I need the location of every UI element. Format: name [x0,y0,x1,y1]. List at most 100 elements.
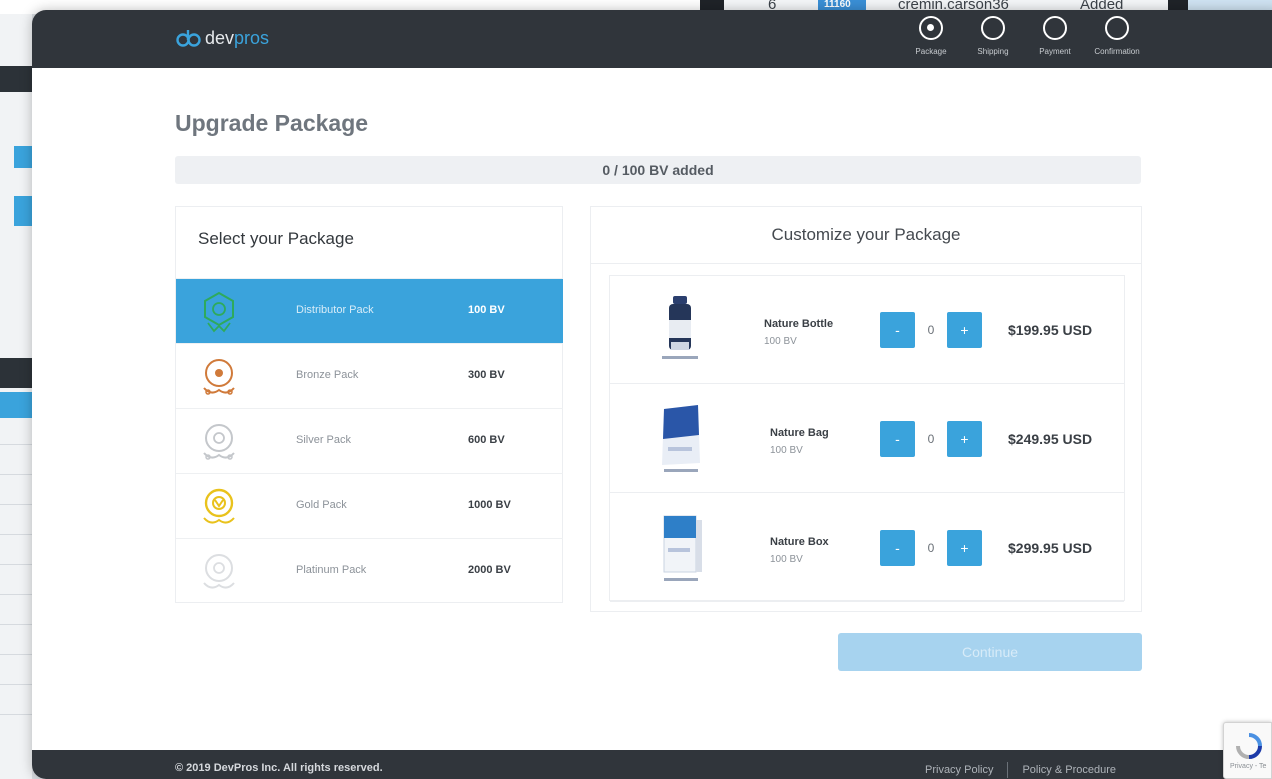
background-row [0,684,32,685]
product-price: $199.95 USD [1008,322,1093,338]
background-row [0,504,32,505]
background-row [0,594,32,595]
footer-separator [1007,762,1009,778]
background-band [0,358,32,388]
background-chip [0,392,32,418]
quantity-stepper: - 0 + [880,312,982,348]
decrease-quantity-button[interactable]: - [880,421,915,457]
package-select-panel: Select your Package Distributor Pack 100… [175,206,563,603]
step-label: Confirmation [1094,47,1140,56]
background-row [0,624,32,625]
package-name: Gold Pack [296,499,347,511]
step-package[interactable]: Package [898,16,964,56]
privacy-policy-link[interactable]: Privacy Policy [925,764,993,776]
background-chip [14,196,32,226]
page-title: Upgrade Package [175,110,369,136]
quantity-value[interactable]: 0 [915,312,947,348]
package-option-distributor[interactable]: Distributor Pack 100 BV [176,278,563,343]
silver-medal-icon [203,424,235,460]
logo-text: dev [205,27,235,48]
bronze-medal-icon [203,359,235,395]
background-row [0,654,32,655]
package-option-platinum[interactable]: Platinum Pack 2000 BV [176,538,563,603]
logo-text-accent: pros [234,27,270,48]
recaptcha-icon [1236,733,1262,759]
decrease-quantity-button[interactable]: - [880,312,915,348]
product-price: $299.95 USD [1008,540,1093,556]
quantity-value[interactable]: 0 [915,421,947,457]
quantity-value[interactable]: 0 [915,530,947,566]
step-confirmation[interactable]: Confirmation [1084,16,1150,56]
increase-quantity-button[interactable]: + [947,530,982,566]
product-bv: 100 BV [764,336,797,347]
copyright-text: © 2019 DevPros Inc. All rights reserved. [175,762,383,774]
package-option-gold[interactable]: Gold Pack 1000 BV [176,473,563,538]
customize-panel-title: Customize your Package [771,225,961,244]
package-name: Distributor Pack [296,304,374,316]
increase-quantity-button[interactable]: + [947,312,982,348]
nature-bottle-image [662,296,698,359]
continue-button[interactable]: Continue [838,633,1142,671]
step-shipping[interactable]: Shipping [960,16,1026,56]
modal-header: dev pros Package Shipping Payment Confirm… [32,10,1272,68]
product-bv: 100 BV [770,445,803,456]
background-app-sidebar [0,14,32,779]
package-bv: 2000 BV [468,564,511,576]
package-bv: 100 BV [468,304,505,316]
quantity-stepper: - 0 + [880,421,982,457]
package-option-silver[interactable]: Silver Pack 600 BV [176,408,563,473]
background-band [0,66,32,92]
package-panel-title: Select your Package [198,229,354,248]
panel-divider [591,263,1141,264]
background-row [0,714,32,715]
step-label: Shipping [977,47,1009,56]
product-name: Nature Bottle [764,318,834,330]
step-label: Package [915,47,947,56]
bv-progress-text: 0 / 100 BV added [602,162,714,178]
product-price: $249.95 USD [1008,431,1093,447]
background-row [0,534,32,535]
nature-box-image [663,515,702,581]
recaptcha-label: Privacy - Te [1230,763,1267,770]
platinum-medal-icon [203,554,235,589]
product-name: Nature Box [770,536,829,548]
step-inactive-icon [981,16,1005,40]
customize-panel: Customize your Package Nature Bottle 100… [590,206,1142,612]
distributor-medal-icon [204,291,234,333]
package-name: Bronze Pack [296,369,359,381]
checkout-stepper: Package Shipping Payment Confirmation [898,16,1148,66]
product-list: Nature Bottle 100 BV - 0 + $199.95 USD N… [609,275,1125,602]
background-row [0,474,32,475]
increase-quantity-button[interactable]: + [947,421,982,457]
bv-progress-bar: 0 / 100 BV added [175,156,1141,184]
background-row [0,444,32,445]
upgrade-package-modal: dev pros Package Shipping Payment Confirm… [32,10,1272,779]
devpros-logo[interactable]: dev pros [175,27,269,49]
step-active-icon [919,16,943,40]
background-row [0,564,32,565]
package-bv: 600 BV [468,434,505,446]
package-bv: 300 BV [468,369,505,381]
nature-bag-image [662,405,700,472]
recaptcha-badge[interactable]: Privacy - Te [1223,722,1272,779]
step-inactive-icon [1105,16,1129,40]
modal-footer: © 2019 DevPros Inc. All rights reserved.… [32,750,1272,779]
step-inactive-icon [1043,16,1067,40]
package-option-bronze[interactable]: Bronze Pack 300 BV [176,343,563,408]
product-name: Nature Bag [770,427,829,439]
footer-links: Privacy Policy Policy & Procedure [925,762,1116,778]
policy-procedure-link[interactable]: Policy & Procedure [1022,764,1116,776]
package-bv: 1000 BV [468,499,511,511]
quantity-stepper: - 0 + [880,530,982,566]
step-label: Payment [1039,47,1071,56]
background-badge-text: 11160 [824,0,851,10]
gold-medal-icon [203,488,235,524]
product-row-nature-box: Nature Box 100 BV - 0 + $299.95 USD [610,494,1124,602]
decrease-quantity-button[interactable]: - [880,530,915,566]
package-name: Platinum Pack [296,564,367,576]
step-payment[interactable]: Payment [1022,16,1088,56]
product-row-nature-bag: Nature Bag 100 BV - 0 + $249.95 USD [610,385,1124,493]
background-chip [14,146,32,168]
devpros-logo-icon [176,30,201,47]
product-bv: 100 BV [770,554,803,565]
